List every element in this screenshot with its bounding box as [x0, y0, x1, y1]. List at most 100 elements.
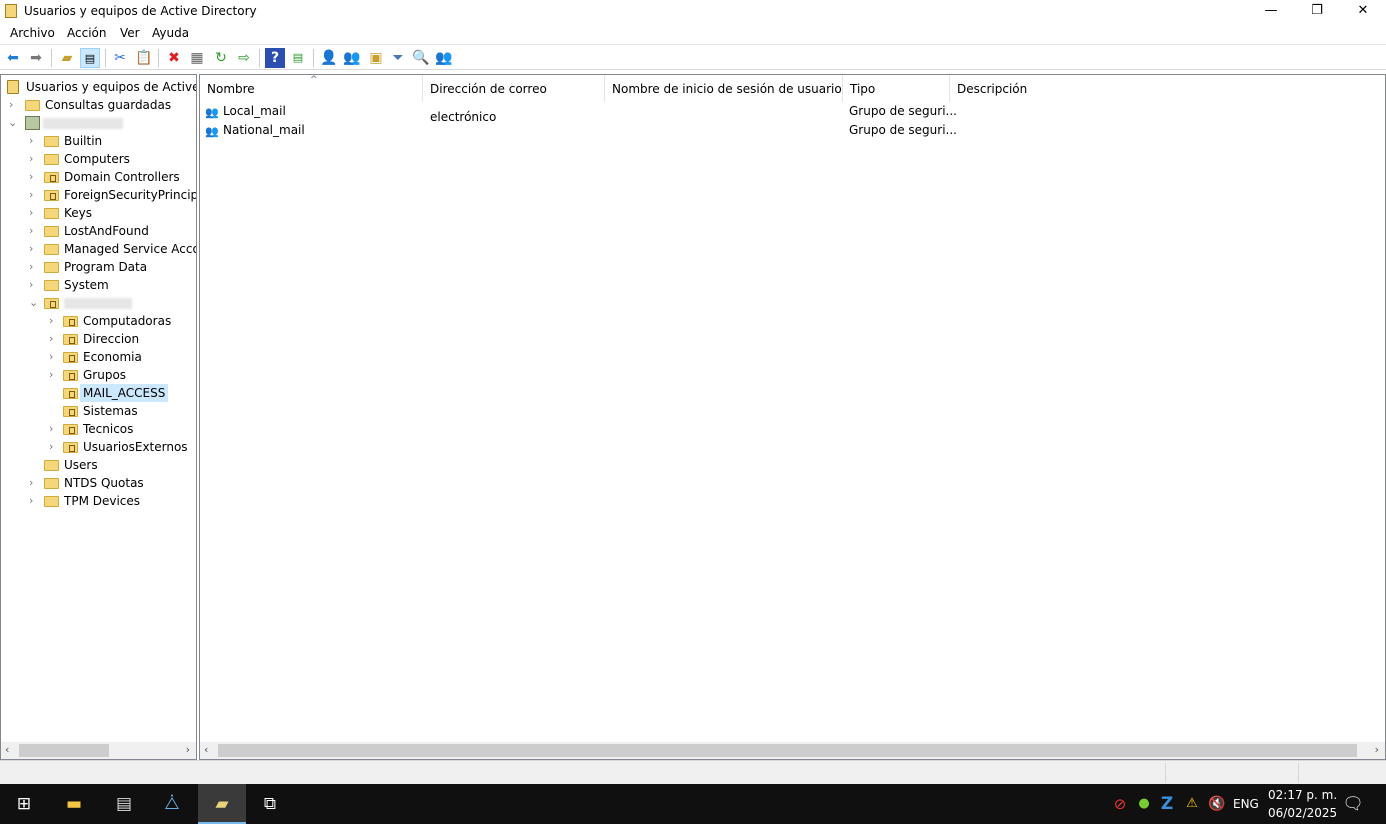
file-explorer-icon[interactable]: ▬: [62, 792, 86, 816]
paste-icon[interactable]: 📋: [134, 48, 154, 68]
tree-item[interactable]: ⌄: [1, 294, 196, 312]
menu-ver[interactable]: Ver: [120, 26, 140, 40]
tree-item[interactable]: › LostAndFound: [1, 222, 196, 240]
chevron-right-icon[interactable]: ›: [29, 186, 39, 204]
help-icon[interactable]: ?: [265, 48, 285, 68]
forward-icon[interactable]: ➡: [26, 48, 46, 68]
scrollbar-thumb[interactable]: [218, 744, 1357, 757]
scroll-left-icon[interactable]: ‹: [204, 743, 208, 756]
ou-folder-icon: [63, 388, 78, 399]
tree-item[interactable]: › NTDS Quotas: [1, 474, 196, 492]
minimize-button[interactable]: —: [1248, 0, 1294, 22]
tree-horizontal-scrollbar[interactable]: ‹ ›: [1, 742, 196, 759]
column-tipo[interactable]: Tipo: [843, 75, 950, 102]
new-group-icon[interactable]: 👥: [342, 48, 362, 68]
tree-item[interactable]: › Direccion: [1, 330, 196, 348]
up-folder-icon[interactable]: ▰: [57, 48, 77, 68]
refresh-icon[interactable]: ↻: [211, 48, 231, 68]
clock-time[interactable]: 02:17 p. m.: [1268, 788, 1337, 802]
chevron-right-icon[interactable]: ›: [49, 312, 59, 330]
action-pane-icon[interactable]: ▤: [288, 48, 308, 68]
chevron-right-icon[interactable]: ›: [49, 348, 59, 366]
scroll-right-icon[interactable]: ›: [1375, 743, 1379, 756]
tree-item-saved-queries[interactable]: › Consultas guardadas: [1, 96, 196, 114]
clock-date[interactable]: 06/02/2025: [1268, 806, 1337, 820]
new-user-icon[interactable]: 👤: [319, 48, 339, 68]
chevron-right-icon[interactable]: ›: [49, 438, 59, 456]
chevron-right-icon[interactable]: ⌄: [29, 294, 39, 312]
column-email[interactable]: Dirección de correo electrónico: [423, 75, 605, 124]
chevron-down-icon[interactable]: ⌄: [8, 114, 18, 132]
tree-item[interactable]: › Economia: [1, 348, 196, 366]
tree-item[interactable]: › Tecnicos: [1, 420, 196, 438]
tree-item[interactable]: MAIL_ACCESS: [1, 384, 196, 402]
network-icon[interactable]: ⧊: [160, 792, 184, 816]
chevron-right-icon[interactable]: ›: [49, 420, 59, 438]
tree-item[interactable]: ›Managed Service Accounts: [1, 240, 196, 258]
remote-app-icon[interactable]: ⧉: [258, 792, 282, 816]
find-icon[interactable]: 🔍: [411, 48, 431, 68]
app-icon: [5, 4, 17, 18]
delete-icon[interactable]: ✖: [164, 48, 184, 68]
tree-item[interactable]: Users: [1, 456, 196, 474]
new-ou-icon[interactable]: ▣: [366, 48, 386, 68]
table-row[interactable]: 👥 National_mail Grupo de seguri...: [200, 121, 1380, 139]
table-row[interactable]: 👥 Local_mail Grupo de seguri...: [200, 102, 1380, 120]
tree-item[interactable]: › Domain Controllers: [1, 168, 196, 186]
back-icon[interactable]: ⬅: [3, 48, 23, 68]
close-button[interactable]: ✕: [1340, 0, 1386, 22]
tree-item-domain[interactable]: ⌄: [1, 114, 196, 132]
show-tree-icon[interactable]: ▤: [80, 48, 100, 68]
volume-muted-icon[interactable]: 🔇: [1205, 792, 1229, 816]
menu-archivo[interactable]: Archivo: [10, 26, 55, 40]
tree-item[interactable]: › Computers: [1, 150, 196, 168]
filter-icon[interactable]: ⏷: [388, 48, 408, 68]
tree-item[interactable]: › System: [1, 276, 196, 294]
language-indicator[interactable]: ENG: [1233, 797, 1259, 811]
chevron-right-icon[interactable]: ›: [29, 474, 39, 492]
chevron-right-icon[interactable]: ›: [29, 276, 39, 294]
column-logon[interactable]: Nombre de inicio de sesión de usuario: [605, 75, 843, 102]
network-warning-icon[interactable]: ⚠: [1180, 792, 1204, 816]
horizontal-scrollbar[interactable]: ‹ ›: [200, 742, 1385, 759]
tree-item[interactable]: › TPM Devices: [1, 492, 196, 510]
notifications-icon[interactable]: 🗨: [1341, 792, 1365, 816]
chevron-right-icon[interactable]: ›: [29, 258, 39, 276]
tree-item[interactable]: › Keys: [1, 204, 196, 222]
column-descripcion[interactable]: Descripción: [950, 75, 1150, 102]
tree-item[interactable]: › Builtin: [1, 132, 196, 150]
chevron-right-icon[interactable]: ›: [49, 366, 59, 384]
tree-item[interactable]: › Computadoras: [1, 312, 196, 330]
scroll-left-icon[interactable]: ‹: [5, 743, 9, 756]
tree-item[interactable]: ›ForeignSecurityPrincipals: [1, 186, 196, 204]
scrollbar-thumb[interactable]: [19, 744, 109, 757]
chevron-right-icon[interactable]: ›: [29, 150, 39, 168]
notepad-icon[interactable]: ▤: [112, 792, 136, 816]
export-icon[interactable]: ⇨: [234, 48, 254, 68]
z-app-icon[interactable]: Z: [1155, 792, 1179, 816]
add-to-group-icon[interactable]: 👥: [434, 48, 454, 68]
properties-icon[interactable]: ▦: [187, 48, 207, 68]
column-nombre[interactable]: Nombre: [200, 75, 423, 102]
security-alert-icon[interactable]: ⊘: [1108, 792, 1132, 816]
maximize-button[interactable]: ❐: [1294, 0, 1340, 22]
start-windows-icon[interactable]: ⊞: [12, 792, 36, 816]
menu-ayuda[interactable]: Ayuda: [152, 26, 189, 40]
tree-item[interactable]: › UsuariosExternos: [1, 438, 196, 456]
chevron-right-icon[interactable]: ›: [29, 168, 39, 186]
menu-accion[interactable]: Acción: [67, 26, 106, 40]
cut-icon[interactable]: ✂: [110, 48, 130, 68]
chevron-right-icon[interactable]: ›: [29, 222, 39, 240]
taskbar-ad-app[interactable]: ▰: [198, 784, 246, 824]
chat-status-icon[interactable]: ●: [1132, 792, 1156, 816]
scroll-right-icon[interactable]: ›: [186, 743, 190, 756]
chevron-right-icon[interactable]: ›: [29, 240, 39, 258]
tree-item[interactable]: › Program Data: [1, 258, 196, 276]
chevron-right-icon[interactable]: ›: [29, 204, 39, 222]
chevron-right-icon[interactable]: ›: [9, 96, 19, 114]
tree-item[interactable]: Sistemas: [1, 402, 196, 420]
chevron-right-icon[interactable]: ›: [29, 132, 39, 150]
chevron-right-icon[interactable]: ›: [29, 492, 39, 510]
tree-item[interactable]: › Grupos: [1, 366, 196, 384]
chevron-right-icon[interactable]: ›: [49, 330, 59, 348]
